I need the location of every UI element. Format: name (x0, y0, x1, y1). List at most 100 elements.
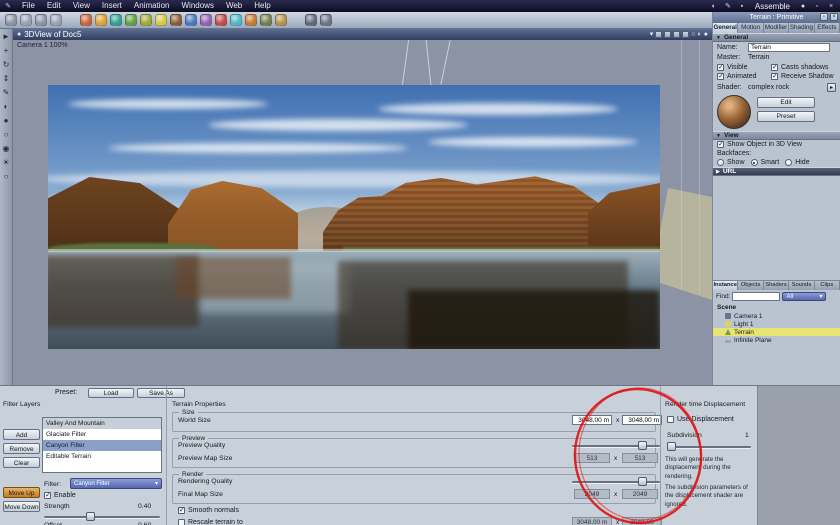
axis-icon[interactable] (320, 14, 332, 26)
tab-motion[interactable]: Motion (738, 23, 764, 33)
material-icon[interactable] (185, 14, 197, 26)
section-view[interactable]: ▼ View (713, 131, 840, 140)
point-tool-icon[interactable]: ● (4, 116, 9, 125)
scene-item-terrain[interactable]: Terrain (713, 328, 840, 336)
tab-shaders[interactable]: Shaders (763, 281, 790, 290)
move-down-button[interactable]: Move Down (3, 501, 40, 512)
edit-shader-button[interactable]: Edit (757, 97, 815, 108)
shading-solid-icon[interactable]: ◐ (698, 30, 702, 39)
layout-selector[interactable]: Assemble (751, 2, 794, 11)
save-as-preset-button[interactable]: Save As (137, 388, 185, 398)
undo-icon[interactable] (5, 14, 17, 26)
wand-tool-icon[interactable]: ◐ (709, 3, 719, 10)
add-sphere-icon[interactable] (80, 14, 92, 26)
casts-shadows-checkbox[interactable]: ✓ Casts shadows (771, 64, 837, 71)
menu-file[interactable]: File (16, 0, 41, 12)
scale-tool-icon[interactable]: ⇕ (3, 74, 10, 83)
texture-icon[interactable] (200, 14, 212, 26)
menu-view[interactable]: View (67, 0, 96, 12)
grid-icon[interactable] (305, 14, 317, 26)
section-url[interactable]: ▶ URL (713, 167, 840, 176)
add-light-icon[interactable] (155, 14, 167, 26)
shading-wire-icon[interactable]: ○ (691, 30, 695, 39)
scene-item-infinite-plane[interactable]: Infinite Plane (713, 336, 840, 344)
layer-row[interactable]: Glaciate Filter (43, 429, 161, 440)
zoom-tool-icon[interactable]: ○ (4, 172, 9, 181)
move-tool-icon[interactable]: + (4, 46, 9, 55)
view-single-icon[interactable] (655, 31, 663, 38)
tab-sounds[interactable]: Sounds (789, 281, 815, 290)
find-input[interactable] (732, 292, 781, 301)
panel-close-icon[interactable]: × (830, 13, 838, 21)
add-plane-icon[interactable] (125, 14, 137, 26)
find-filter-dropdown[interactable]: All ▾ (782, 292, 827, 301)
script-icon[interactable] (260, 14, 272, 26)
show-object-checkbox[interactable]: ✓ Show Object in 3D View (717, 141, 802, 148)
tab-objects[interactable]: Objects (738, 281, 764, 290)
backfaces-show-radio[interactable]: Show (717, 159, 745, 166)
scene-root-label[interactable]: Scene (713, 303, 840, 312)
viewport-3d[interactable]: Camera 1 100% (13, 40, 712, 385)
paste-icon[interactable] (50, 14, 62, 26)
name-field[interactable] (748, 43, 830, 52)
add-box-icon[interactable] (95, 14, 107, 26)
menu-help[interactable]: Help (248, 0, 276, 12)
clear-layers-button[interactable]: Clear (3, 457, 40, 468)
viewport-titlebar[interactable]: ● 3DView of Doc5 ▾ ○ ◐ ● (13, 29, 712, 40)
section-general[interactable]: ▼ General (713, 33, 840, 42)
animated-checkbox[interactable]: ✓ Animated (717, 73, 769, 80)
remove-layer-button[interactable]: Remove (3, 443, 40, 454)
backfaces-smart-radio[interactable]: Smart (750, 159, 779, 166)
layer-row-selected[interactable]: Canyon Filter (43, 440, 161, 451)
camera-tool-icon[interactable]: ◉ (3, 144, 10, 153)
menu-edit[interactable]: Edit (41, 0, 67, 12)
add-torus-icon[interactable] (110, 14, 122, 26)
tab-effects[interactable]: Effects (814, 23, 840, 33)
minimize-icon[interactable]: ▫ (812, 3, 822, 10)
preset-shader-button[interactable]: Preset (757, 111, 815, 122)
enable-filter-checkbox[interactable]: ✓ Enable (44, 492, 76, 499)
select-tool-icon[interactable]: ► (2, 32, 10, 41)
tab-instance[interactable]: Instance (713, 281, 739, 290)
view-split-2-icon[interactable] (664, 31, 672, 38)
use-displacement-checkbox[interactable]: Use Displacement (667, 416, 734, 423)
add-terrain-icon[interactable] (140, 14, 152, 26)
filter-type-dropdown[interactable]: Canyon Filter ▾ (70, 478, 162, 489)
menu-windows[interactable]: Windows (175, 0, 219, 12)
subdivision-slider[interactable] (667, 442, 751, 451)
particle-icon[interactable] (245, 14, 257, 26)
load-preset-button[interactable]: Load (88, 388, 134, 398)
rescale-terrain-checkbox[interactable]: Rescale terrain to (178, 519, 243, 525)
render-icon[interactable] (215, 14, 227, 26)
menu-animation[interactable]: Animation (128, 0, 176, 12)
rotate-tool-icon[interactable]: ↻ (3, 60, 10, 69)
add-camera-icon[interactable] (170, 14, 182, 26)
pen-tool-icon[interactable]: ✎ (723, 2, 733, 10)
tab-modifier[interactable]: Modifier (763, 23, 790, 33)
backfaces-hide-radio[interactable]: Hide (785, 159, 810, 166)
tab-shading[interactable]: Shading (789, 23, 815, 33)
panel-minimize-icon[interactable]: ▫ (820, 13, 828, 21)
snap-icon[interactable] (275, 14, 287, 26)
add-layer-button[interactable]: Add (3, 429, 40, 440)
smooth-normals-checkbox[interactable]: ✓ Smooth normals (178, 507, 239, 514)
menu-web[interactable]: Web (220, 0, 248, 12)
shader-browse-icon[interactable]: ▸ (827, 83, 836, 92)
scene-item-light[interactable]: Light 1 (713, 320, 840, 328)
tab-clips[interactable]: Clips (814, 281, 840, 290)
light-tool-icon[interactable]: ☀ (2, 158, 9, 167)
world-size-y-field[interactable] (622, 415, 662, 425)
tab-general[interactable]: General (713, 23, 739, 33)
move-up-button[interactable]: Move Up (3, 487, 40, 498)
shader-preview-sphere[interactable] (717, 95, 751, 129)
layout-dot-icon[interactable]: ● (798, 3, 808, 10)
layer-row[interactable]: Valley And Mountain (43, 418, 161, 429)
ruler-tool-icon[interactable]: ▪ (737, 3, 747, 10)
rendering-quality-slider[interactable] (572, 477, 660, 486)
menu-insert[interactable]: Insert (96, 0, 128, 12)
strength-slider[interactable] (44, 512, 160, 521)
lock-view-icon[interactable]: ▾ (650, 30, 654, 39)
view-split-3-icon[interactable] (673, 31, 681, 38)
close-icon[interactable]: × (826, 3, 836, 10)
redo-icon[interactable] (20, 14, 32, 26)
